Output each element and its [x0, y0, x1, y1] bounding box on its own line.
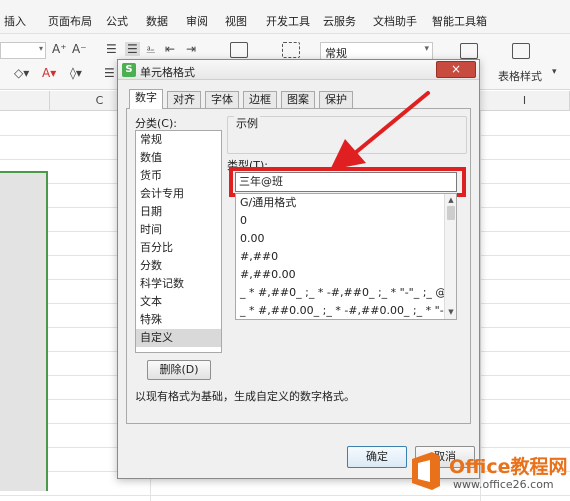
- menu-page-layout[interactable]: 页面布局: [48, 13, 92, 29]
- scroll-up-icon[interactable]: ▲: [446, 195, 456, 205]
- scroll-down-icon[interactable]: ▼: [446, 307, 456, 317]
- category-label: 分类(C):: [135, 117, 177, 130]
- list-item[interactable]: 数值: [136, 149, 221, 167]
- close-button[interactable]: ×: [436, 61, 476, 78]
- menu-cloud[interactable]: 云服务: [323, 13, 356, 29]
- chevron-down-icon: ▾: [552, 67, 557, 77]
- tab-border[interactable]: 边框: [243, 91, 277, 108]
- eraser-icon[interactable]: ◊▾: [70, 66, 82, 80]
- list-item[interactable]: 0.00: [236, 230, 456, 248]
- list-item[interactable]: 百分比: [136, 239, 221, 257]
- fill-color-icon[interactable]: ◇▾: [14, 66, 29, 80]
- table-style-icon[interactable]: [512, 43, 530, 59]
- menu-view[interactable]: 视图: [225, 13, 247, 29]
- column-header-i[interactable]: I: [480, 91, 570, 111]
- menu-insert[interactable]: 插入: [4, 13, 26, 29]
- format-description: 以现有格式为基础，生成自定义的数字格式。: [135, 390, 355, 403]
- ribbon-menu-bar: 插入 页面布局 公式 数据 审阅 视图 开发工具 云服务 文档助手 智能工具箱: [0, 0, 570, 34]
- list-item[interactable]: #,##0.00: [236, 266, 456, 284]
- format-cells-dialog: S 单元格格式 × 数字 对齐 字体 边框 图案 保护 分类(C): 常规 数值…: [117, 59, 480, 479]
- menu-doc-helper[interactable]: 文档助手: [373, 13, 417, 29]
- dialog-titlebar[interactable]: S 单元格格式 ×: [118, 60, 479, 80]
- list-item[interactable]: 0: [236, 212, 456, 230]
- menu-review[interactable]: 审阅: [186, 13, 208, 29]
- number-tab-panel: 分类(C): 常规 数值 货币 会计专用 日期 时间 百分比 分数 科学记数 文…: [126, 108, 471, 424]
- watermark-url: www.office26.com: [453, 478, 554, 491]
- conditional-format-icon[interactable]: [460, 43, 478, 59]
- tab-alignment[interactable]: 对齐: [167, 91, 201, 108]
- list-item[interactable]: 日期: [136, 203, 221, 221]
- site-watermark: Office教程网 www.office26.com: [405, 448, 570, 501]
- column-divider: [480, 111, 481, 501]
- list-item[interactable]: _ * #,##0.00_ ;_ * -#,##0.00_ ;_ * "-"??…: [236, 302, 456, 319]
- list-item[interactable]: G/通用格式: [236, 194, 456, 212]
- list-item[interactable]: 文本: [136, 293, 221, 311]
- font-grow-icon[interactable]: A⁺: [52, 42, 67, 56]
- list-item[interactable]: 科学记数: [136, 275, 221, 293]
- dialog-title: 单元格格式: [140, 66, 195, 79]
- column-header-b[interactable]: [0, 91, 50, 111]
- align-center-icon[interactable]: ☰: [125, 42, 140, 56]
- chevron-down-icon: ▾: [424, 44, 429, 54]
- selected-range[interactable]: [0, 171, 48, 491]
- indent-increase-icon[interactable]: ⇥: [186, 42, 196, 56]
- close-icon: ×: [450, 62, 462, 76]
- category-list[interactable]: 常规 数值 货币 会计专用 日期 时间 百分比 分数 科学记数 文本 特殊 自定…: [135, 130, 222, 353]
- list-item[interactable]: 货币: [136, 167, 221, 185]
- scroll-thumb[interactable]: [447, 206, 455, 220]
- sample-label: 示例: [234, 115, 260, 131]
- menu-smart-tools[interactable]: 智能工具箱: [432, 13, 487, 29]
- office-logo-icon: [412, 452, 440, 490]
- chevron-down-icon: ▾: [38, 44, 43, 53]
- column-header-label: C: [95, 94, 104, 107]
- tab-protection[interactable]: 保护: [319, 91, 353, 108]
- align-bottom-icon[interactable]: ⎁: [146, 42, 156, 57]
- align-left-icon[interactable]: ☰: [106, 42, 117, 56]
- font-size-field[interactable]: ▾: [0, 42, 46, 59]
- delete-button[interactable]: 删除(D): [147, 360, 211, 380]
- list-item[interactable]: 分数: [136, 257, 221, 275]
- ok-button[interactable]: 确定: [347, 446, 407, 468]
- list-item[interactable]: _ * #,##0_ ;_ * -#,##0_ ;_ * "-"_ ;_ @_: [236, 284, 456, 302]
- merge-cells-icon[interactable]: [230, 42, 248, 58]
- list-item[interactable]: 常规: [136, 131, 221, 149]
- menu-formula[interactable]: 公式: [106, 13, 128, 29]
- align-justify-icon[interactable]: ☰: [104, 66, 115, 80]
- font-shrink-icon[interactable]: A⁻: [72, 42, 87, 56]
- list-item[interactable]: 会计专用: [136, 185, 221, 203]
- indent-decrease-icon[interactable]: ⇤: [165, 42, 175, 56]
- column-header-label: I: [522, 94, 527, 107]
- font-color-icon[interactable]: A▾: [42, 66, 56, 80]
- list-item[interactable]: 时间: [136, 221, 221, 239]
- sample-group: 示例: [227, 115, 467, 154]
- menu-data[interactable]: 数据: [146, 13, 168, 29]
- watermark-brand: Office教程网: [449, 456, 568, 478]
- format-list-scrollbar[interactable]: ▲ ▼: [444, 194, 456, 319]
- list-item[interactable]: 特殊: [136, 311, 221, 329]
- format-list[interactable]: G/通用格式 0 0.00 #,##0 #,##0.00 _ * #,##0_ …: [235, 193, 457, 320]
- list-item-selected[interactable]: 自定义: [136, 329, 221, 347]
- tab-number[interactable]: 数字: [129, 89, 163, 109]
- table-style-button[interactable]: 表格样式: [498, 68, 542, 84]
- menu-developer[interactable]: 开发工具: [266, 13, 310, 29]
- tab-pattern[interactable]: 图案: [281, 91, 315, 108]
- wrap-text-icon[interactable]: [282, 42, 300, 58]
- tab-font[interactable]: 字体: [205, 91, 239, 108]
- wps-app-icon: S: [122, 63, 136, 77]
- list-item[interactable]: #,##0: [236, 248, 456, 266]
